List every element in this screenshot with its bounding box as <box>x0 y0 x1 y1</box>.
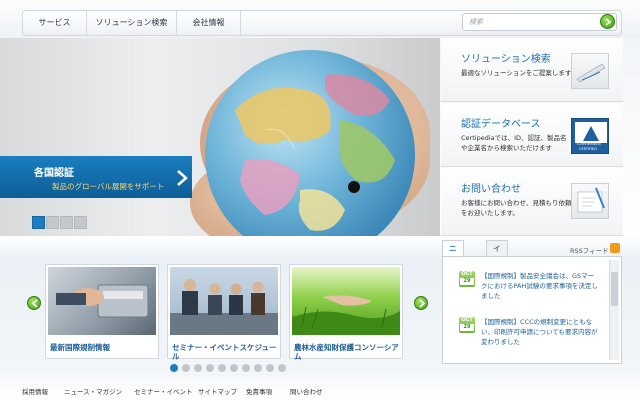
carousel-dot[interactable] <box>230 364 238 372</box>
nav-item-solution-search[interactable]: ソリューション検索 <box>87 11 177 35</box>
news-scrollbar[interactable] <box>609 260 619 360</box>
card-image <box>170 267 278 335</box>
news-text[interactable]: 【国際規制】CCCの規制変更にともない、印刷許可申請についても要求内容が変わりま… <box>481 317 599 347</box>
carousel-card-regulations[interactable]: 最新国際規制情報 <box>45 264 159 359</box>
solution-thumbnail <box>571 53 609 89</box>
rss-icon[interactable] <box>610 243 620 253</box>
arrow-right-icon <box>605 18 612 26</box>
footer-link-contact[interactable]: 問い合わせ <box>290 386 323 396</box>
footer-link-disclaimer[interactable]: 免責事項 <box>246 386 272 396</box>
tab-news[interactable]: ニュース <box>442 240 464 301</box>
date-badge: OCT 29 <box>459 317 475 333</box>
carousel-card-seminars[interactable]: セミナー・イベントスケジュール <box>167 264 281 361</box>
nav-item-services[interactable]: サービス <box>23 11 87 35</box>
carousel-indicators <box>170 364 290 374</box>
footer-link-seminars[interactable]: セミナー・イベント <box>134 386 193 396</box>
date-month: OCT <box>461 271 473 277</box>
search-input[interactable] <box>462 13 617 31</box>
scrollbar-thumb[interactable] <box>611 272 618 306</box>
date-day: 29 <box>460 324 474 331</box>
date-badge: OCT 29 <box>459 271 475 287</box>
panel-desc: 最適なソリューションをご提案します <box>461 69 572 77</box>
carousel-prev-button[interactable] <box>27 296 41 310</box>
date-day: 29 <box>460 278 474 285</box>
carousel-dot[interactable] <box>218 364 226 372</box>
panel-solution-search[interactable]: ソリューション検索 最適なソリューションをご提案します <box>441 38 623 102</box>
carousel-dot[interactable] <box>254 364 262 372</box>
carousel-dot[interactable] <box>194 364 202 372</box>
search-button[interactable] <box>600 14 615 29</box>
rss-link[interactable]: RSSフィード <box>570 245 609 255</box>
hero-slideshow[interactable] <box>0 38 440 236</box>
panel-title: 認証データベース <box>461 119 541 130</box>
hero-slide-dot[interactable] <box>46 216 59 229</box>
card-image <box>48 267 156 335</box>
card-label: 最新国際規制情報 <box>50 343 110 352</box>
card-label: 農林水産知財保護コンソーシアム <box>294 343 399 361</box>
tab-events[interactable]: イベント <box>486 240 508 301</box>
panel-title: お問い合わせ <box>461 184 521 195</box>
footer-link-careers[interactable]: 採用情報 <box>22 386 48 396</box>
hero-slide-dot[interactable] <box>32 216 45 229</box>
date-month: OCT <box>461 317 473 323</box>
hero-slide-dot[interactable] <box>60 216 73 229</box>
carousel-next-button[interactable] <box>414 296 428 310</box>
carousel-dot[interactable] <box>266 364 274 372</box>
carousel-dot[interactable] <box>182 364 190 372</box>
panel-contact[interactable]: お問い合わせ お客様にお問い合わせ、見積もり依頼をお迎いたします。 <box>441 168 623 236</box>
contact-thumbnail <box>571 183 609 219</box>
hero-slide-dot[interactable] <box>74 216 87 229</box>
carousel-card-agri-ip[interactable]: 農林水産知財保護コンソーシアム <box>289 264 403 361</box>
footer-link-news-magazine[interactable]: ニュース・マガジン <box>64 386 122 396</box>
footer-links: 採用情報 ニュース・マガジン セミナー・イベント サイトマップ 免責事項 問い合… <box>0 380 640 400</box>
hero-slide-indicators <box>32 216 88 231</box>
carousel-dot[interactable] <box>278 364 286 372</box>
hero-subtitle: 製品のグローバル展開をサポート <box>52 182 165 191</box>
carousel-dot[interactable] <box>206 364 214 372</box>
chevron-right-icon <box>419 299 426 308</box>
globe-pin <box>348 181 360 193</box>
chevron-left-icon <box>31 299 38 308</box>
badge-brand-text: TÜVRheinland <box>576 142 601 146</box>
hero-caption[interactable]: 各国認証 製品のグローバル展開をサポート <box>0 156 192 198</box>
panel-desc: Certipediaでは、ID、認証、製品名や企業名から検索いただけます <box>461 134 567 152</box>
chevron-right-icon[interactable] <box>176 170 188 186</box>
carousel-dot[interactable] <box>242 364 250 372</box>
news-text[interactable]: 【国際規制】製品安全議会は、GSマークにおけるPAH試験の要求事項を決定しました <box>481 271 599 301</box>
card-label: セミナー・イベントスケジュール <box>172 343 277 361</box>
badge-certified-text: CERTIFIED <box>579 147 597 151</box>
panel-desc: お客様にお問い合わせ、見積もり依頼をお迎いたします。 <box>461 199 572 217</box>
card-image <box>292 267 400 335</box>
hero-title: 各国認証 <box>34 168 74 179</box>
tuv-certified-badge: TÜVRheinland CERTIFIED <box>571 118 609 154</box>
panel-certification-database[interactable]: 認証データベース Certipediaでは、ID、認証、製品名や企業名から検索い… <box>441 103 623 167</box>
news-list: OCT 29 【国際規制】製品安全議会は、GSマークにおけるPAH試験の要求事項… <box>442 256 622 364</box>
panel-title: ソリューション検索 <box>461 54 551 65</box>
footer-link-sitemap[interactable]: サイトマップ <box>198 386 237 396</box>
carousel-dot[interactable] <box>170 364 178 372</box>
nav-item-company-info[interactable]: 会社情報 <box>177 11 241 35</box>
